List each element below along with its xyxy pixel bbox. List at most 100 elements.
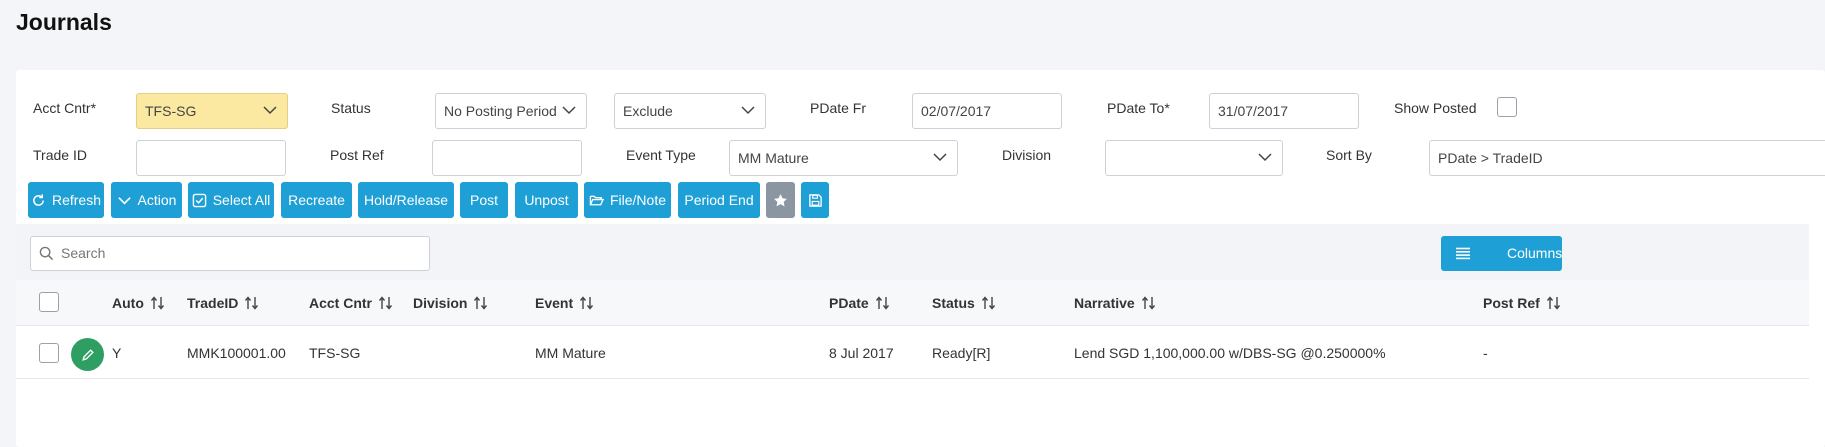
list-icon	[1456, 247, 1470, 260]
refresh-label: Refresh	[51, 192, 102, 208]
column-header-label: Status	[932, 295, 975, 311]
file-note-label: File/Note	[609, 192, 667, 208]
action-button[interactable]: Action	[111, 182, 182, 218]
edit-button[interactable]	[71, 338, 104, 371]
event-type-label: Event Type	[626, 147, 696, 163]
acct-cntr-value: TFS-SG	[145, 103, 197, 119]
show-posted-label: Show Posted	[1394, 100, 1477, 116]
trade-id-label: Trade ID	[33, 147, 87, 163]
recreate-label: Recreate	[288, 192, 345, 208]
action-label: Action	[137, 192, 177, 208]
column-header-tradeid[interactable]: TradeID	[187, 295, 260, 311]
chevron-down-icon	[562, 106, 576, 115]
save-icon	[808, 193, 822, 207]
acct-cntr-label: Acct Cntr*	[33, 100, 97, 116]
select-all-label: Select All	[212, 192, 271, 208]
post-ref-input[interactable]	[432, 140, 582, 176]
period-end-label: Period End	[684, 192, 754, 208]
column-header-pdate[interactable]: PDate	[829, 295, 891, 311]
unpost-button[interactable]: Unpost	[515, 182, 578, 218]
refresh-icon	[33, 193, 44, 206]
event-type-select[interactable]: MM Mature	[729, 140, 958, 176]
status-label: Status	[331, 100, 371, 116]
sort-icon	[378, 296, 393, 310]
cell-status: Ready[R]	[932, 345, 991, 361]
sort-icon	[580, 296, 594, 310]
column-header-event[interactable]: Event	[535, 295, 595, 311]
star-icon	[774, 193, 787, 206]
pdate-to-label: PDate To*	[1107, 100, 1170, 116]
status-select[interactable]: No Posting Period	[435, 93, 587, 129]
post-button[interactable]: Post	[460, 182, 508, 218]
cell-auto: Y	[112, 345, 122, 361]
cell-post-ref: -	[1483, 345, 1488, 361]
sort-icon	[875, 296, 889, 310]
chevron-down-icon	[1258, 153, 1272, 162]
status-mode-select[interactable]: Exclude	[614, 93, 766, 129]
pdate-fr-input[interactable]: 02/07/2017	[912, 93, 1062, 129]
chevron-down-icon	[741, 106, 755, 115]
cell-event: MM Mature	[535, 345, 606, 361]
sort-icon	[1546, 296, 1560, 310]
page-title: Journals	[16, 9, 112, 35]
sort-icon	[474, 296, 488, 310]
sort-icon	[245, 296, 259, 310]
column-header-label: Auto	[112, 295, 144, 311]
refresh-button[interactable]: Refresh	[28, 182, 104, 218]
select-all-rows-checkbox[interactable]	[39, 292, 59, 312]
row-checkbox[interactable]	[39, 343, 59, 363]
column-header-label: Acct Cntr	[309, 295, 373, 311]
file-note-button[interactable]: File/Note	[584, 182, 671, 218]
pencil-icon	[81, 348, 94, 361]
cell-pdate: 8 Jul 2017	[829, 345, 894, 361]
acct-cntr-select[interactable]: TFS-SG	[136, 93, 288, 129]
event-type-value: MM Mature	[738, 150, 809, 166]
column-header-label: Post Ref	[1483, 295, 1540, 311]
search-placeholder: Search	[61, 245, 106, 261]
column-header-label: TradeID	[187, 295, 239, 311]
cell-tradeid: MMK100001.00	[187, 345, 286, 361]
column-header-post-ref[interactable]: Post Ref	[1483, 295, 1562, 311]
period-end-button[interactable]: Period End	[678, 182, 760, 218]
column-header-acct-cntr[interactable]: Acct Cntr	[309, 295, 394, 311]
column-header-division[interactable]: Division	[413, 295, 489, 311]
column-header-status[interactable]: Status	[932, 295, 997, 311]
column-header-label: Narrative	[1074, 295, 1135, 311]
sort-icon	[1141, 296, 1155, 310]
search-icon	[39, 246, 54, 261]
save-button[interactable]	[801, 182, 829, 218]
folder-open-icon	[589, 195, 604, 205]
column-header-label: PDate	[829, 295, 869, 311]
sort-icon	[981, 296, 995, 310]
column-header-auto[interactable]: Auto	[112, 295, 166, 311]
checkbox-icon	[192, 193, 206, 207]
division-select[interactable]	[1105, 140, 1283, 176]
pdate-to-input[interactable]: 31/07/2017	[1209, 93, 1359, 129]
recreate-button[interactable]: Recreate	[281, 182, 352, 218]
sort-by-select[interactable]: PDate > TradeID	[1429, 140, 1825, 176]
search-input[interactable]: Search	[30, 236, 430, 271]
status-value: No Posting Period	[444, 103, 557, 119]
cell-acct-cntr: TFS-SG	[309, 345, 361, 361]
column-header-label: Event	[535, 295, 574, 311]
select-all-button[interactable]: Select All	[188, 182, 274, 218]
columns-label: Columns	[1507, 245, 1563, 261]
columns-button[interactable]: Columns	[1441, 236, 1562, 271]
column-header-label: Division	[413, 295, 468, 311]
sort-by-label: Sort By	[1326, 147, 1372, 163]
hold-release-label: Hold/Release	[363, 192, 449, 208]
chevron-down-icon	[117, 196, 131, 205]
sort-icon	[150, 296, 164, 310]
show-posted-checkbox[interactable]	[1497, 97, 1517, 117]
pdate-fr-label: PDate Fr	[810, 100, 867, 116]
chevron-down-icon	[933, 153, 947, 162]
favorite-button[interactable]	[766, 182, 795, 218]
cell-narrative: Lend SGD 1,100,000.00 w/DBS-SG @0.250000…	[1074, 345, 1386, 361]
column-header-narrative[interactable]: Narrative	[1074, 295, 1157, 311]
hold-release-button[interactable]: Hold/Release	[358, 182, 454, 218]
trade-id-input[interactable]	[136, 140, 286, 176]
unpost-label: Unpost	[524, 192, 569, 208]
chevron-down-icon	[263, 106, 277, 115]
division-label: Division	[1002, 147, 1052, 163]
post-ref-label: Post Ref	[330, 147, 384, 163]
